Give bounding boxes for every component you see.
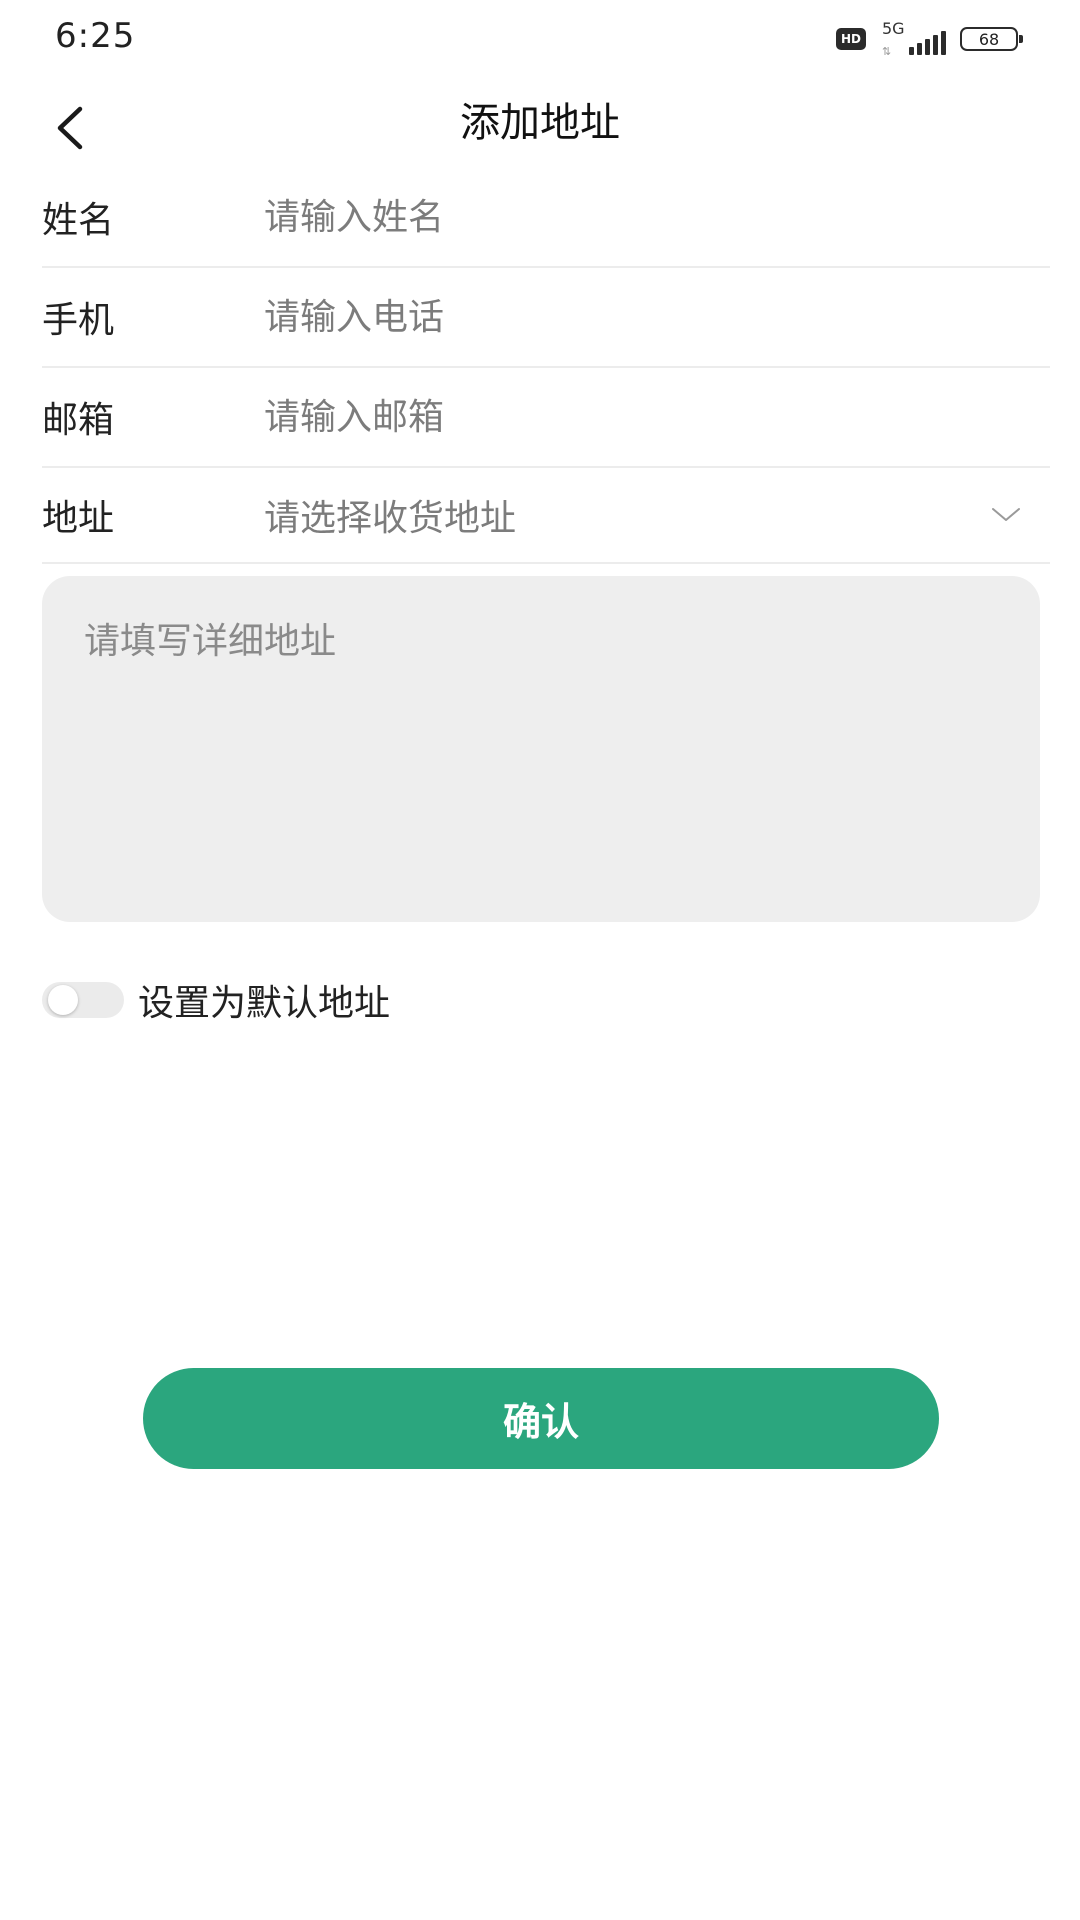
chevron-down-icon[interactable] [976, 495, 1036, 535]
battery-level: 68 [978, 29, 1000, 49]
phone-row: 手机 [42, 268, 1050, 368]
phone-label: 手机 [42, 300, 115, 341]
name-row: 姓名 [42, 168, 1050, 268]
status-bar: 6:25 HD 5G ⇅ 68 [0, 0, 1080, 78]
cellular-signal-icon: 5G ⇅ [880, 19, 946, 58]
page-title: 添加地址 [460, 100, 620, 146]
battery-icon: 68 [960, 27, 1023, 51]
email-label: 邮箱 [42, 400, 115, 441]
name-input[interactable] [264, 182, 1050, 252]
email-row: 邮箱 [42, 368, 1050, 468]
status-time: 6:25 [55, 16, 136, 56]
name-label: 姓名 [42, 200, 115, 241]
address-form: 姓名 手机 邮箱 地址 请选择收货地址 [42, 168, 1050, 564]
phone-input[interactable] [264, 282, 1050, 352]
default-address-toggle[interactable] [42, 982, 124, 1018]
email-input[interactable] [264, 382, 1050, 452]
status-icons: HD 5G ⇅ 68 [836, 19, 1023, 58]
address-select[interactable]: 请选择收货地址 [264, 489, 976, 541]
nav-bar: 添加地址 [0, 78, 1080, 178]
hd-icon: HD [836, 28, 866, 50]
signal-bars-icon [909, 31, 946, 55]
data-transfer-icon: ⇅ [882, 45, 892, 58]
address-select-row[interactable]: 地址 请选择收货地址 [42, 468, 1050, 564]
detail-address-input[interactable] [84, 612, 998, 886]
toggle-knob [48, 985, 78, 1015]
address-label: 地址 [42, 498, 115, 539]
network-type-label: 5G [882, 19, 905, 38]
default-address-row: 设置为默认地址 [42, 976, 390, 1024]
default-address-label: 设置为默认地址 [138, 983, 391, 1024]
detail-address-box [42, 576, 1040, 922]
confirm-button[interactable]: 确认 [143, 1368, 939, 1469]
